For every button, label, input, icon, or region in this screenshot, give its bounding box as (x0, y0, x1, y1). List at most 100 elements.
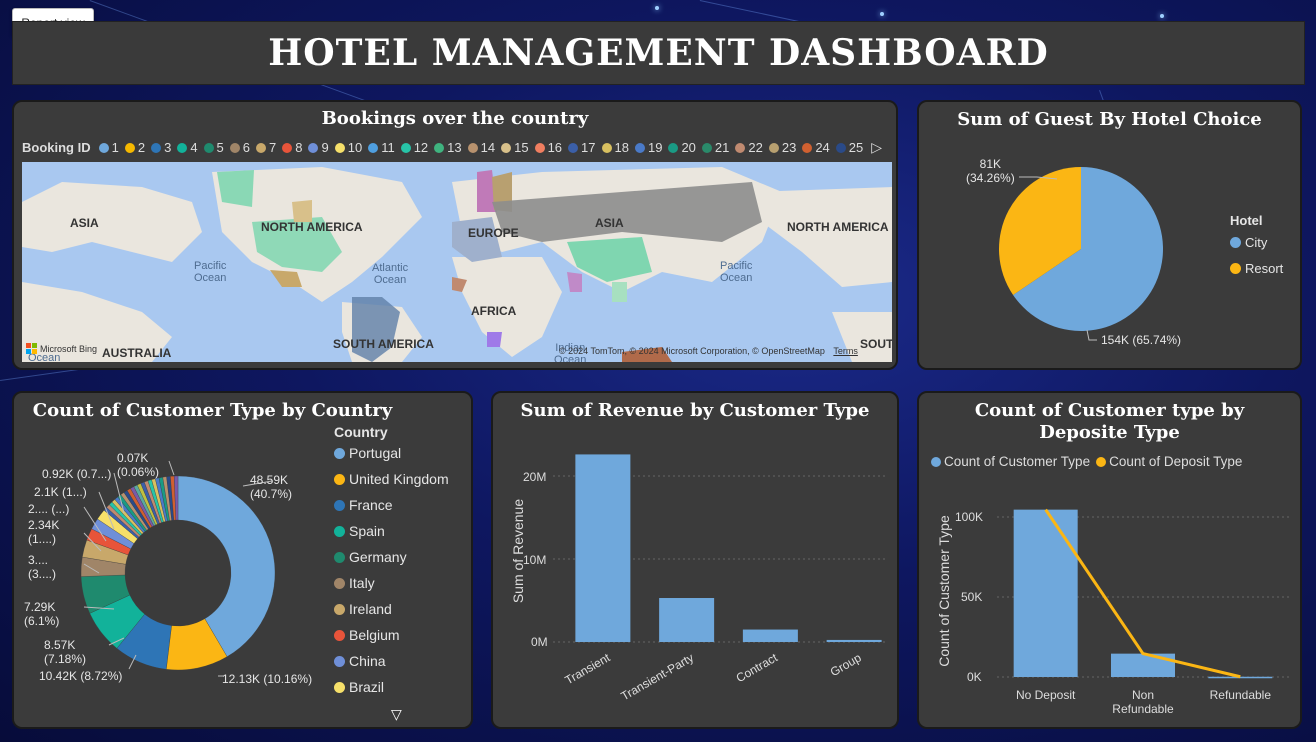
legend-items: 1 2 3 4 5 6 7 8 9 10 11 12 13 14 15 16 17 18 19 20 21 22 23 24 2… (98, 140, 870, 155)
legend-label: 10 (347, 140, 363, 155)
legend-label: 22 (748, 140, 763, 155)
legend-item-germany[interactable]: Germany (334, 549, 407, 565)
revenue-bar-transient[interactable] (575, 454, 631, 642)
legend-scroll-down-icon[interactable]: ▽ (391, 706, 402, 723)
legend-label: Belgium (349, 627, 400, 643)
legend-label-city: City (1245, 235, 1268, 250)
booking-dot-icon (501, 142, 512, 153)
legend-item-united-kingdom[interactable]: United Kingdom (334, 471, 449, 487)
legend-item-ireland[interactable]: Ireland (334, 601, 392, 617)
hotel-choice-panel[interactable]: Sum of Guest By Hotel Choice 81K (34.26%… (917, 100, 1302, 370)
deposit-bar-non-refundable[interactable] (1111, 653, 1175, 677)
country-slice-label: 3.... (3....) (28, 553, 57, 581)
revenue-bar-transient-party[interactable] (659, 598, 715, 642)
legend-item-france[interactable]: France (334, 497, 393, 513)
legend-item-china[interactable]: China (334, 653, 386, 669)
xtick-label: Contract (734, 650, 781, 685)
map-attribution[interactable]: © 2024 TomTom, © 2024 Microsoft Corporat… (559, 346, 858, 356)
country-legend-title: Country (334, 424, 388, 440)
xtick-label: Non (1132, 688, 1154, 702)
revenue-bar-chart[interactable]: Transient Transient-Party Contract Group (493, 393, 899, 729)
ocean-label-pacific-left: Pacific Ocean (194, 260, 227, 284)
legend-item-booking-19[interactable]: 19 (634, 140, 662, 155)
deposit-bar-refundable[interactable] (1208, 676, 1273, 679)
legend-item-booking-6[interactable]: 6 (229, 140, 250, 155)
map-label-asia-right: ASIA (595, 216, 624, 230)
country-slice-label: 12.13K (10.16%) (222, 672, 313, 686)
country-dot-icon (334, 473, 345, 485)
legend-label: 13 (447, 140, 462, 155)
booking-dot-icon (256, 142, 267, 153)
legend-label: 15 (514, 140, 529, 155)
legend-item-booking-4[interactable]: 4 (177, 140, 198, 155)
booking-dot-icon (151, 142, 162, 153)
legend-item-booking-25[interactable]: 25 (835, 140, 863, 155)
country-dot-icon (334, 447, 345, 459)
legend-item-booking-16[interactable]: 16 (534, 140, 563, 155)
legend-item-resort[interactable]: Resort (1230, 261, 1283, 276)
city-dot-icon (1230, 237, 1241, 248)
legend-item-booking-24[interactable]: 24 (802, 140, 830, 155)
label-leader-line (168, 460, 175, 476)
legend-item-booking-13[interactable]: 13 (434, 140, 462, 155)
revenue-panel[interactable]: Sum of Revenue by Customer Type Transien… (491, 391, 899, 729)
legend-item-booking-5[interactable]: 5 (203, 140, 224, 155)
legend-item-booking-22[interactable]: 22 (735, 140, 763, 155)
revenue-bar-contract[interactable] (742, 629, 798, 642)
hotel-legend-title: Hotel (1230, 213, 1263, 228)
legend-next-arrow-icon[interactable]: ▷ (871, 139, 882, 156)
legend-item-booking-1[interactable]: 1 (98, 140, 119, 155)
legend-item-booking-2[interactable]: 2 (124, 140, 145, 155)
revenue-bar-group[interactable] (826, 639, 882, 642)
legend-item-booking-7[interactable]: 7 (256, 140, 276, 155)
dashboard-title-bar: HOTEL MANAGEMENT DASHBOARD (12, 21, 1305, 85)
country-panel[interactable]: Count of Customer Type by Country 48.59K… (12, 391, 473, 729)
legend-item-portugal[interactable]: Portugal (334, 445, 401, 461)
xtick-label: Group (828, 650, 864, 679)
legend-label: 16 (547, 140, 563, 155)
xtick-label: Transient-Party (618, 650, 696, 703)
legend-item-italy[interactable]: Italy (334, 575, 375, 591)
legend-item-booking-9[interactable]: 9 (308, 140, 329, 155)
legend-item-booking-15[interactable]: 15 (501, 140, 529, 155)
booking-dot-icon (467, 142, 478, 153)
legend-item-booking-10[interactable]: 10 (334, 140, 363, 155)
legend-label: Spain (349, 523, 385, 539)
ytick-0m: 0M (531, 635, 548, 649)
bookings-map-panel[interactable]: Bookings over the country Booking ID 123… (12, 100, 898, 370)
attribution-text[interactable]: © 2024 TomTom, © 2024 Microsoft Corporat… (559, 346, 825, 356)
legend-item-booking-17[interactable]: 17 (568, 140, 596, 155)
map-label-africa: AFRICA (471, 304, 517, 318)
legend-item-booking-18[interactable]: 18 (601, 140, 629, 155)
legend-item-booking-23[interactable]: 23 (768, 140, 796, 155)
legend-item-spain[interactable]: Spain (334, 523, 385, 539)
xtick-label: No Deposit (1016, 688, 1076, 702)
deposit-panel[interactable]: Count of Customer type by Deposite Type … (917, 391, 1302, 729)
legend-label: 17 (581, 140, 596, 155)
deposit-bar-no-deposit[interactable] (1013, 509, 1078, 677)
legend-item-booking-3[interactable]: 3 (151, 140, 171, 155)
city-slice-label: 154K (65.74%) (1101, 333, 1182, 347)
world-map[interactable]: ASIA NORTH AMERICA EUROPE ASIA NORTH AME… (22, 162, 892, 362)
legend-item-belgium[interactable]: Belgium (334, 627, 400, 643)
legend-item-city[interactable]: City (1230, 235, 1267, 250)
legend-item-booking-14[interactable]: 14 (467, 140, 495, 155)
legend-item-booking-12[interactable]: 12 (400, 140, 428, 155)
legend-item-booking-20[interactable]: 20 (668, 140, 696, 155)
booking-dot-icon (835, 142, 846, 153)
booking-dot-icon (668, 142, 679, 153)
map-label-europe: EUROPE (468, 226, 519, 240)
legend-item-brazil[interactable]: Brazil (334, 679, 384, 695)
legend-item-booking-11[interactable]: 11 (368, 140, 395, 155)
country-dot-icon (334, 603, 345, 615)
booking-id-legend[interactable]: Booking ID 1 2 3 4 5 6 7 8 9 10 11 12 13 14 15 16 17 18 19… (22, 139, 882, 156)
legend-item-booking-8[interactable]: 8 (282, 140, 302, 155)
map-label-asia-left: ASIA (70, 216, 99, 230)
legend-label: Ireland (349, 601, 392, 617)
legend-item-booking-21[interactable]: 21 (701, 140, 729, 155)
resort-dot-icon (1230, 263, 1241, 274)
terms-link[interactable]: Terms (833, 346, 858, 356)
country-dot-icon (334, 499, 345, 511)
bing-logo: Microsoft Bing (26, 343, 97, 354)
city-leader-line (1086, 329, 1097, 341)
